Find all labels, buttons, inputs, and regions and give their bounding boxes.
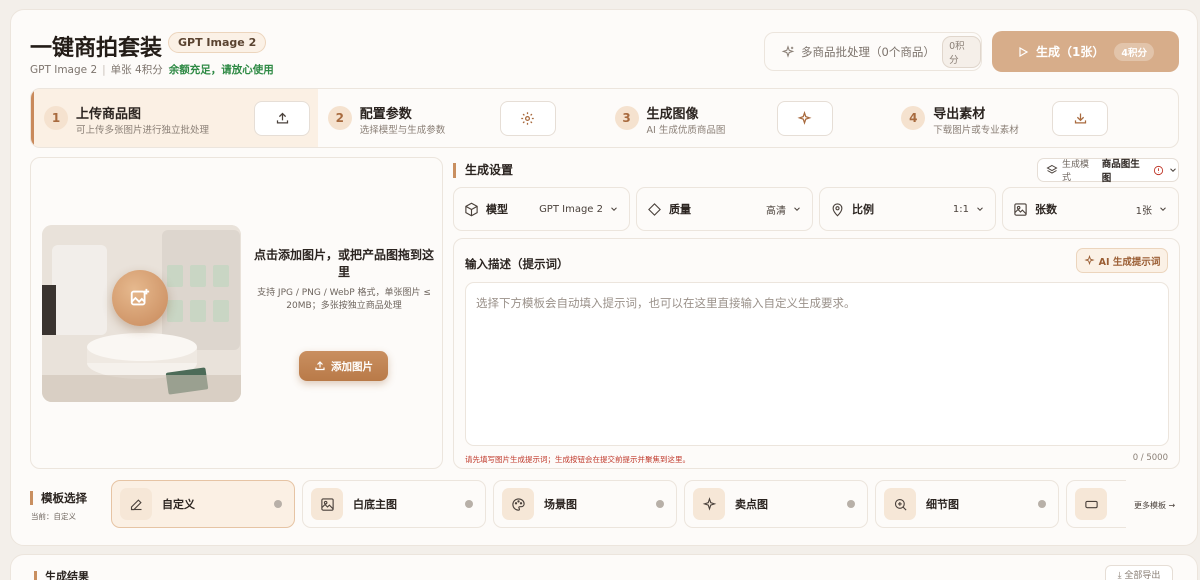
radio-dot [847, 500, 855, 508]
zoom-icon [884, 488, 916, 520]
header-subline: GPT Image 2 | 单张 4积分 余额充足，请放心使用 [30, 64, 274, 76]
template-current: 当前：自定义 [31, 512, 76, 521]
template-scene[interactable]: 场景图 [493, 480, 677, 528]
sparkle-icon [693, 488, 725, 520]
step-desc: AI 生成优质商品图 [646, 125, 726, 136]
radio-dot [1038, 500, 1046, 508]
template-partial[interactable] [1066, 480, 1126, 528]
chevron-down-icon [1158, 204, 1168, 214]
ratio-select[interactable]: 比例 1:1 [819, 187, 996, 231]
template-selling-point[interactable]: 卖点图 [684, 480, 868, 528]
image-icon [311, 488, 343, 520]
cube-icon [464, 202, 479, 217]
prompt-section: 输入描述（提示词） AI 生成提示词 选择下方模板会自动填入提示词，也可以在这里… [453, 238, 1180, 469]
download-icon: ⤓ [1117, 571, 1122, 580]
balance-status: 余额充足，请放心使用 [168, 64, 274, 76]
palette-icon [502, 488, 534, 520]
diamond-icon [647, 202, 662, 217]
rectangle-icon [1075, 488, 1107, 520]
template-title: 模板选择 [30, 491, 87, 505]
step-export[interactable]: 4 导出素材 下载图片或专业素材 [891, 89, 1178, 147]
download-icon[interactable] [1052, 101, 1109, 136]
step-number: 2 [327, 106, 352, 130]
model-select[interactable]: 模型 GPT Image 2 [453, 187, 630, 231]
prompt-label: 输入描述（提示词） [465, 257, 569, 271]
step-generate[interactable]: 3 生成图像 AI 生成优质商品图 [605, 89, 892, 147]
prompt-warning: 请先填写图片生成提示词；生成按钮会在提交前提示并聚焦到这里。 [465, 455, 690, 464]
generate-button[interactable]: 生成（1张） 4积分 [992, 31, 1179, 72]
add-image-button[interactable]: 添加图片 [299, 351, 388, 381]
chevron-down-icon [975, 204, 985, 214]
ai-prompt-button[interactable]: AI 生成提示词 [1076, 248, 1168, 273]
settings-title: 生成设置 [453, 163, 513, 178]
results-panel [10, 554, 1198, 580]
upload-icon[interactable] [254, 101, 310, 136]
step-desc: 下载图片或专业素材 [933, 125, 1019, 136]
mode-select[interactable]: 生成模式 商品图生图 [1037, 158, 1179, 184]
template-detail[interactable]: 细节图 [875, 480, 1059, 528]
template-white-bg[interactable]: 白底主图 [302, 480, 486, 528]
images-icon [1013, 202, 1028, 217]
layers-icon [1046, 164, 1058, 176]
pin-icon [830, 202, 845, 217]
product-preview-image [42, 225, 241, 402]
gear-icon[interactable] [499, 101, 556, 136]
step-upload[interactable]: 1 上传商品图 可上传多张图片进行独立批处理 [31, 89, 318, 147]
radio-dot [274, 500, 282, 508]
chevron-down-icon [792, 204, 802, 214]
step-desc: 选择模型与生成参数 [359, 125, 446, 136]
sparkle-icon [781, 44, 795, 59]
info-icon [1153, 165, 1164, 176]
step-number: 3 [614, 106, 639, 130]
batch-cost-badge: 0积分 [942, 35, 981, 68]
results-title: 生成结果 [34, 571, 89, 580]
play-icon [1017, 46, 1029, 58]
page-title: 一键商拍套装 [30, 36, 163, 61]
pencil-icon [120, 488, 152, 520]
step-config[interactable]: 2 配置参数 选择模型与生成参数 [318, 89, 605, 147]
image-add-icon [112, 270, 168, 326]
step-desc: 可上传多张图片进行独立批处理 [76, 125, 210, 136]
quality-select[interactable]: 质量 高清 [636, 187, 813, 231]
step-title: 上传商品图 [76, 107, 142, 122]
step-title: 导出素材 [933, 107, 986, 122]
export-all-button[interactable]: ⤓ 全部导出 [1105, 565, 1173, 580]
step-title: 生成图像 [646, 107, 699, 122]
sub-model: GPT Image 2 [30, 64, 98, 76]
chevron-down-icon [609, 204, 619, 214]
sparkle-icon [1084, 255, 1095, 266]
step-number: 1 [44, 106, 68, 130]
generate-cost-badge: 4积分 [1114, 42, 1154, 61]
step-number: 4 [901, 106, 926, 130]
count-select[interactable]: 张数 1张 [1002, 187, 1179, 231]
step-progress: 1 上传商品图 可上传多张图片进行独立批处理 2 配置参数 选择模型与生成参数 … [30, 88, 1179, 148]
upload-icon [314, 360, 326, 372]
upload-title: 点击添加图片，或把产品图拖到这里 [253, 248, 434, 279]
radio-dot [465, 500, 473, 508]
sub-cost: 单张 4积分 [110, 64, 163, 76]
chevron-down-icon [1168, 165, 1178, 175]
upload-dropzone[interactable]: 点击添加图片，或把产品图拖到这里 支持 JPG / PNG / WebP 格式，… [30, 157, 443, 469]
template-custom[interactable]: 自定义 [111, 480, 295, 528]
more-templates-link[interactable]: 更多模板 → [1134, 500, 1175, 511]
prompt-textarea[interactable]: 选择下方模板会自动填入提示词，也可以在这里直接输入自定义生成要求。 [465, 282, 1169, 446]
upload-desc: 支持 JPG / PNG / WebP 格式，单张图片 ≤ 20MB；多张按独立… [257, 288, 431, 311]
sparkle-icon[interactable] [776, 101, 833, 136]
radio-dot [656, 500, 664, 508]
batch-process-button[interactable]: 多商品批处理（0个商品） 0积分 [764, 32, 982, 71]
step-title: 配置参数 [359, 107, 412, 122]
char-counter: 0 / 5000 [1132, 453, 1168, 463]
model-badge: GPT Image 2 [168, 32, 267, 53]
